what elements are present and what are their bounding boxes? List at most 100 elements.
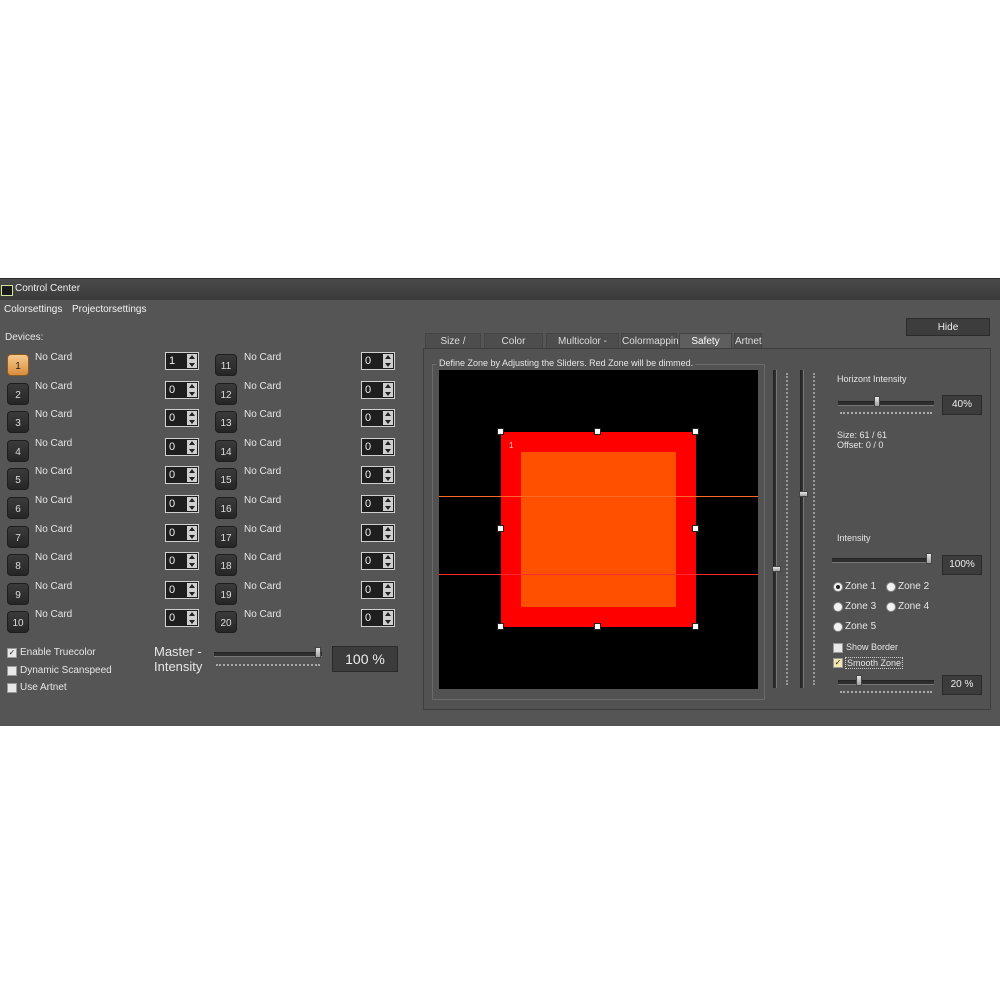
zone5-radio[interactable] <box>833 622 843 632</box>
vertical-slider-2-thumb[interactable] <box>799 491 808 497</box>
stepper-down-arrow-icon[interactable] <box>383 361 393 368</box>
stepper-up-arrow-icon[interactable] <box>383 525 393 533</box>
stepper-down-arrow-icon[interactable] <box>383 504 393 511</box>
stepper-up-arrow-icon[interactable] <box>187 354 197 361</box>
device-button-4[interactable]: 4 <box>7 439 29 462</box>
stepper-up-arrow-icon[interactable] <box>187 468 197 476</box>
stepper-up-arrow-icon[interactable] <box>187 411 197 419</box>
stepper-down-arrow-icon[interactable] <box>383 446 393 454</box>
device-button-12[interactable]: 12 <box>215 382 237 405</box>
zone2-radio[interactable] <box>886 582 896 592</box>
stepper-down-arrow-icon[interactable] <box>187 475 197 483</box>
master-intensity-slider[interactable] <box>214 652 322 657</box>
device-button-20[interactable]: 20 <box>215 611 237 634</box>
device-number-stepper[interactable]: 0 <box>361 495 395 513</box>
stepper-up-arrow-icon[interactable] <box>187 382 197 390</box>
vertical-slider-1-thumb[interactable] <box>772 566 781 572</box>
stepper-down-arrow-icon[interactable] <box>187 618 197 626</box>
stepper-up-arrow-icon[interactable] <box>383 497 393 504</box>
device-number-stepper[interactable]: 0 <box>165 466 199 485</box>
horizont-intensity-thumb[interactable] <box>874 396 880 407</box>
device-number-stepper[interactable]: 0 <box>165 437 199 456</box>
horizont-intensity-slider[interactable] <box>838 401 934 406</box>
device-button-13[interactable]: 13 <box>215 411 237 434</box>
smooth-slider[interactable] <box>838 680 934 685</box>
device-number-stepper[interactable]: 0 <box>165 409 199 428</box>
device-number-stepper[interactable]: 0 <box>165 552 199 571</box>
tab-color-settings[interactable]: Color Settings <box>484 333 543 363</box>
resize-handle-bottom-left[interactable] <box>497 623 504 630</box>
stepper-up-arrow-icon[interactable] <box>383 554 393 562</box>
stepper-down-arrow-icon[interactable] <box>187 389 197 397</box>
device-number-stepper[interactable]: 0 <box>361 466 395 485</box>
device-button-18[interactable]: 18 <box>215 554 237 577</box>
stepper-up-arrow-icon[interactable] <box>187 582 197 590</box>
zone3-radio[interactable] <box>833 602 843 612</box>
device-number-stepper[interactable]: 0 <box>165 523 199 542</box>
menu-projectorsettings[interactable]: Projectorsettings <box>72 304 146 315</box>
device-number-stepper[interactable]: 0 <box>165 609 199 628</box>
intensity-thumb[interactable] <box>926 553 932 564</box>
zone4-radio[interactable] <box>886 602 896 612</box>
stepper-up-arrow-icon[interactable] <box>187 497 197 504</box>
tab-colormapping[interactable]: Colormapping <box>621 333 684 349</box>
device-button-14[interactable]: 14 <box>215 439 237 462</box>
tab-artnet[interactable]: Artnet <box>734 333 762 349</box>
stepper-down-arrow-icon[interactable] <box>383 532 393 540</box>
zone1-radio[interactable] <box>833 582 843 592</box>
stepper-down-arrow-icon[interactable] <box>187 589 197 597</box>
device-button-19[interactable]: 19 <box>215 582 237 605</box>
vertical-slider-1[interactable] <box>773 370 777 688</box>
stepper-up-arrow-icon[interactable] <box>383 354 393 361</box>
stepper-up-arrow-icon[interactable] <box>383 382 393 390</box>
device-number-stepper[interactable]: 0 <box>361 352 395 370</box>
stepper-down-arrow-icon[interactable] <box>187 418 197 426</box>
device-button-3[interactable]: 3 <box>7 411 29 434</box>
resize-handle-top[interactable] <box>594 428 601 435</box>
stepper-down-arrow-icon[interactable] <box>187 561 197 569</box>
stepper-down-arrow-icon[interactable] <box>383 475 393 483</box>
device-number-stepper[interactable]: 0 <box>361 380 395 399</box>
device-number-stepper[interactable]: 0 <box>165 380 199 399</box>
device-number-stepper[interactable]: 0 <box>165 580 199 599</box>
stepper-up-arrow-icon[interactable] <box>187 611 197 619</box>
device-button-6[interactable]: 6 <box>7 497 29 519</box>
stepper-up-arrow-icon[interactable] <box>187 554 197 562</box>
stepper-down-arrow-icon[interactable] <box>187 361 197 368</box>
use-artnet-checkbox[interactable] <box>7 683 17 693</box>
master-intensity-thumb[interactable] <box>315 647 321 658</box>
intensity-slider[interactable] <box>832 558 932 563</box>
device-number-stepper[interactable]: 0 <box>361 580 395 599</box>
dynamic-scanspeed-checkbox[interactable] <box>7 666 17 676</box>
resize-handle-bottom-right[interactable] <box>692 623 699 630</box>
device-number-stepper[interactable]: 0 <box>361 523 395 542</box>
device-number-stepper[interactable]: 0 <box>165 495 199 513</box>
device-number-stepper[interactable]: 1 <box>165 352 199 370</box>
device-button-10[interactable]: 10 <box>7 611 29 634</box>
menu-colorsettings[interactable]: Colorsettings <box>4 304 62 315</box>
device-button-15[interactable]: 15 <box>215 468 237 491</box>
stepper-down-arrow-icon[interactable] <box>383 561 393 569</box>
stepper-up-arrow-icon[interactable] <box>383 611 393 619</box>
stepper-down-arrow-icon[interactable] <box>383 418 393 426</box>
stepper-up-arrow-icon[interactable] <box>187 525 197 533</box>
device-number-stepper[interactable]: 0 <box>361 437 395 456</box>
device-button-7[interactable]: 7 <box>7 525 29 548</box>
show-border-checkbox[interactable] <box>833 643 843 653</box>
device-number-stepper[interactable]: 0 <box>361 409 395 428</box>
device-button-1[interactable]: 1 <box>7 354 29 376</box>
tab-multicolor-setup[interactable]: Multicolor - Setup <box>546 333 619 363</box>
device-number-stepper[interactable]: 0 <box>361 609 395 628</box>
device-button-11[interactable]: 11 <box>215 354 237 376</box>
resize-handle-top-left[interactable] <box>497 428 504 435</box>
device-button-8[interactable]: 8 <box>7 554 29 577</box>
tab-safety-zone[interactable]: Safety Zone <box>679 333 732 363</box>
stepper-down-arrow-icon[interactable] <box>383 589 393 597</box>
device-button-5[interactable]: 5 <box>7 468 29 491</box>
stepper-down-arrow-icon[interactable] <box>383 618 393 626</box>
device-button-9[interactable]: 9 <box>7 582 29 605</box>
resize-handle-right[interactable] <box>692 525 699 532</box>
stepper-up-arrow-icon[interactable] <box>187 439 197 447</box>
device-number-stepper[interactable]: 0 <box>361 552 395 571</box>
stepper-down-arrow-icon[interactable] <box>187 504 197 511</box>
